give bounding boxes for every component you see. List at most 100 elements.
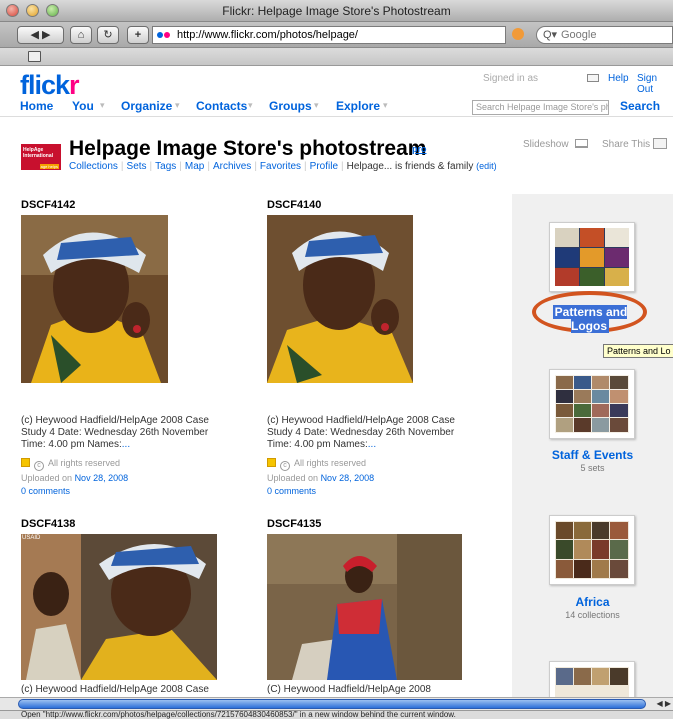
chevron-down-icon[interactable]: ▾ <box>248 100 253 111</box>
reload-icon[interactable]: ↻ <box>97 26 119 44</box>
photo-caption: (c) Heywood Hadfield/HelpAge 2008 Case <box>21 684 209 695</box>
address-bar[interactable]: http://www.flickr.com/photos/helpage/ <box>152 26 506 44</box>
patterns-mosaic-image <box>555 228 629 286</box>
back-forward-buttons[interactable]: ◀ ▶ <box>17 26 64 44</box>
flickr-favicon-dot <box>164 32 170 38</box>
collection-thumbnail[interactable] <box>549 515 635 585</box>
profile-subnav: Collections | Sets | Tags | Map | Archives | Favor… <box>69 161 497 172</box>
africa-photos-mosaic-image <box>555 521 629 579</box>
chevron-down-icon[interactable]: ▾ <box>383 100 388 111</box>
add-bookmark-icon[interactable]: + <box>127 26 149 44</box>
scroll-arrows-icon[interactable]: ◀ ▶ <box>656 699 671 708</box>
rss-icon[interactable] <box>512 28 524 40</box>
avatar-line2: age helps <box>39 164 59 169</box>
woman-portrait-image <box>21 215 168 383</box>
subnav-tags[interactable]: Tags <box>155 161 176 172</box>
nav-you[interactable]: You <box>72 99 94 113</box>
photo-thumbnail[interactable] <box>21 534 217 680</box>
copyright-icon: c <box>34 461 44 471</box>
horizontal-scrollbar[interactable]: ◀ ▶ <box>0 697 673 710</box>
bookmarks-book-icon[interactable] <box>28 51 41 62</box>
home-icon[interactable]: ⌂ <box>70 26 92 44</box>
comments-link[interactable]: 0 comments <box>21 486 70 496</box>
pro-badge[interactable]: pro <box>412 144 427 154</box>
uploaded-date-link[interactable]: Nov 28, 2008 <box>75 473 129 483</box>
collection-thumbnail[interactable] <box>549 369 635 439</box>
collection-mosaic-image <box>555 667 629 701</box>
chevron-down-icon[interactable]: ▾ <box>100 100 105 111</box>
rights-line: c All rights reserved <box>267 458 366 471</box>
flickr-search-button[interactable]: Search <box>620 99 660 113</box>
friends-family-text: Helpage... is friends & family <box>346 161 474 172</box>
collection-count: 5 sets <box>580 463 605 473</box>
uploaded-line: Uploaded on Nov 28, 2008 <box>267 473 374 483</box>
slideshow-link[interactable]: Slideshow <box>523 139 569 150</box>
chevron-down-icon[interactable]: ▾ <box>314 100 319 111</box>
collection-title: Patterns and Logos <box>552 305 628 333</box>
photo-title[interactable]: DSCF4138 <box>21 518 75 530</box>
woman-portrait-image <box>267 215 413 383</box>
subnav-map[interactable]: Map <box>185 161 204 172</box>
rights-line: c All rights reserved <box>21 458 120 471</box>
collection-link-africa[interactable]: Africa <box>512 595 673 609</box>
slideshow-icon[interactable] <box>575 139 588 148</box>
collection-count: 14 collections <box>565 610 620 620</box>
photo-title[interactable]: DSCF4142 <box>21 199 75 211</box>
uploaded-date-link[interactable]: Nov 28, 2008 <box>321 473 375 483</box>
address-bar-url: http://www.flickr.com/photos/helpage/ <box>177 29 358 41</box>
caption-more-link[interactable]: ... <box>122 439 130 450</box>
share-this-link[interactable]: Share This <box>602 139 650 150</box>
flickr-favicon-icon <box>157 32 163 38</box>
window-title: Flickr: Helpage Image Store's Photostrea… <box>222 4 451 18</box>
nav-home[interactable]: Home <box>20 99 53 113</box>
photo-thumbnail[interactable] <box>267 534 462 680</box>
subnav-favorites[interactable]: Favorites <box>260 161 301 172</box>
photo-caption: (c) Heywood Hadfield/HelpAge 2008 Case S… <box>267 415 467 451</box>
sign-out-link[interactable]: Sign Out <box>637 73 673 95</box>
nav-organize[interactable]: Organize <box>121 99 172 113</box>
page-title: Helpage Image Store's photostream <box>69 137 427 160</box>
comments-link[interactable]: 0 comments <box>267 486 316 496</box>
license-icon[interactable] <box>267 458 276 467</box>
avatar-line1: HelpAge International <box>23 147 54 159</box>
seated-woman-image <box>267 534 462 680</box>
woman-with-child-image <box>21 534 217 680</box>
caption-text: (c) Heywood Hadfield/HelpAge 2008 Case S… <box>21 415 209 450</box>
photo-thumbnail[interactable] <box>267 215 413 383</box>
collection-thumbnail[interactable] <box>549 661 635 701</box>
nav-explore[interactable]: Explore <box>336 99 380 113</box>
browser-toolbar: ◀ ▶ ⌂ ↻ + http://www.flickr.com/photos/h… <box>0 22 673 48</box>
main-nav: Home You ▾ Organize ▾ Contacts ▾ Groups … <box>0 95 673 117</box>
nav-groups[interactable]: Groups <box>269 99 312 113</box>
caption-more-link[interactable]: ... <box>368 439 376 450</box>
chevron-down-icon[interactable]: ▾ <box>175 100 180 111</box>
share-icon[interactable] <box>653 138 667 149</box>
subnav-sets[interactable]: Sets <box>127 161 147 172</box>
collection-thumbnail[interactable] <box>549 222 635 292</box>
link-tooltip: Patterns and Lo <box>603 344 673 358</box>
search-icon: Q▾ <box>543 29 558 41</box>
flickr-search-input[interactable]: Search Helpage Image Store's pho <box>472 100 609 115</box>
photo-title[interactable]: DSCF4135 <box>267 518 321 530</box>
scrollbar-thumb[interactable] <box>18 699 646 709</box>
window-titlebar: Flickr: Helpage Image Store's Photostrea… <box>0 0 673 22</box>
photo-thumbnail[interactable] <box>21 215 168 383</box>
photo-title[interactable]: DSCF4140 <box>267 199 321 211</box>
subnav-archives[interactable]: Archives <box>213 161 251 172</box>
mail-icon[interactable] <box>587 74 599 82</box>
google-search-field[interactable]: Q▾ Google <box>536 26 673 44</box>
collection-link-staff-events[interactable]: Staff & Events <box>512 448 673 462</box>
staff-photos-mosaic-image <box>555 375 629 433</box>
uploaded-line: Uploaded on Nov 28, 2008 <box>21 473 128 483</box>
google-search-placeholder: Google <box>561 29 597 41</box>
subnav-collections[interactable]: Collections <box>69 161 118 172</box>
help-link[interactable]: Help <box>608 73 629 84</box>
helpage-avatar[interactable]: HelpAge International age helps <box>21 144 61 170</box>
subnav-profile[interactable]: Profile <box>310 161 338 172</box>
license-icon[interactable] <box>21 458 30 467</box>
edit-link[interactable]: (edit) <box>476 161 497 171</box>
bookmarks-bar <box>0 48 673 66</box>
nav-contacts[interactable]: Contacts <box>196 99 247 113</box>
photo-caption: (c) Heywood Hadfield/HelpAge 2008 Case S… <box>21 415 221 451</box>
collection-link-patterns[interactable]: Patterns and Logos <box>552 305 628 333</box>
